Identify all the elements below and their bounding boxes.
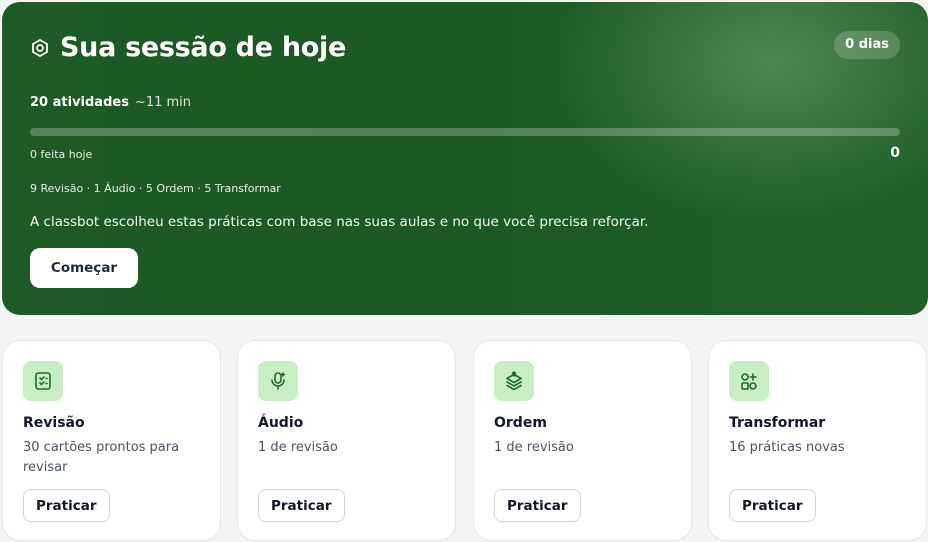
microphone-icon: [258, 361, 298, 401]
card-subtitle: 30 cartões prontos para revisar: [23, 440, 180, 475]
practice-button[interactable]: Praticar: [494, 489, 581, 522]
practice-button[interactable]: Praticar: [23, 489, 110, 522]
card-subtitle: 16 práticas novas: [729, 440, 845, 455]
card-ordem: Ordem 1 de revisão Praticar: [473, 340, 692, 541]
target-icon: [32, 38, 48, 57]
card-subtitle: 1 de revisão: [494, 440, 574, 455]
done-label: 0 feita hoje: [30, 148, 93, 161]
card-transformar: Transformar 16 práticas novas Praticar: [708, 340, 927, 541]
practice-button[interactable]: Praticar: [258, 489, 345, 522]
card-title: Transformar: [729, 415, 826, 431]
streak-badge: 0 dias: [834, 31, 900, 59]
session-description: A classbot escolheu estas práticas com b…: [30, 214, 649, 230]
session-banner: Sua sessão de hoje 0 dias 20 atividades ~…: [2, 2, 928, 315]
checklist-icon: [23, 361, 63, 401]
stack-icon: [494, 361, 534, 401]
progress-bar: [30, 128, 900, 136]
session-title: Sua sessão de hoje: [60, 32, 346, 63]
session-meta: 20 atividades ~11 min: [30, 95, 191, 110]
activities-count: 20 atividades: [30, 95, 129, 110]
session-header: Sua sessão de hoje: [30, 32, 346, 63]
practice-cards: Revisão 30 cartões prontos para revisar …: [2, 340, 928, 542]
shapes-icon: [729, 361, 769, 401]
card-subtitle: 1 de revisão: [258, 440, 338, 455]
card-audio: Áudio 1 de revisão Praticar: [237, 340, 456, 541]
card-title: Revisão: [23, 415, 85, 431]
card-title: Ordem: [494, 415, 547, 431]
session-duration: ~11 min: [134, 95, 192, 110]
card-revisao: Revisão 30 cartões prontos para revisar …: [2, 340, 221, 541]
start-button[interactable]: Começar: [30, 248, 138, 288]
done-count: 0: [890, 145, 900, 161]
activity-breakdown: 9 Revisão · 1 Áudio · 5 Ordem · 5 Transf…: [30, 182, 281, 195]
card-title: Áudio: [258, 415, 304, 431]
practice-button[interactable]: Praticar: [729, 489, 816, 522]
